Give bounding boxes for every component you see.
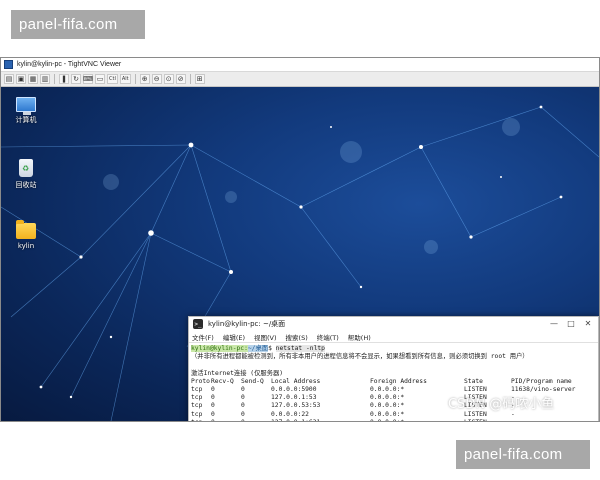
vnc-app-icon — [4, 60, 13, 69]
vnc-window-title: kylin@kylin-pc - TightVNC Viewer — [17, 61, 122, 68]
header-local-address: Local Address — [271, 377, 321, 385]
cell-sendq: 0 — [241, 410, 245, 418]
command-line: kylin@kylin-pc:~/桌面$ netstat -nltp — [191, 345, 596, 353]
cell-proto: tcp — [191, 402, 203, 410]
cell-recvq: 0 — [211, 386, 215, 394]
desktop-icon-label: 回收站 — [15, 181, 37, 189]
table-row: tcp00127.0.0.1:6310.0.0.0:*LISTEN- — [191, 419, 596, 421]
prompt-path: ~/桌面 — [247, 345, 269, 352]
cell-foreign-address: 0.0.0.0:* — [370, 419, 464, 421]
terminal-titlebar[interactable]: >_ kylin@kylin-pc: ~/桌面 — □ ✕ — [189, 317, 598, 331]
window-controls: — □ ✕ — [550, 320, 598, 328]
desktop-icon-kylin-folder[interactable]: kylin — [6, 220, 46, 250]
warning-line: （并非所有进程都能被检测到，所有非本用户的进程信息将不会显示，如果想看到所有信息… — [191, 353, 529, 361]
section-line: 激活Internet连接 (仅服务器) — [191, 369, 284, 377]
cell-proto: tcp — [191, 394, 203, 402]
cell-proto: tcp — [191, 410, 203, 418]
terminal-title: kylin@kylin-pc: ~/桌面 — [208, 320, 286, 328]
info-icon[interactable]: ▥ — [40, 74, 50, 84]
desktop-icon-label: kylin — [17, 242, 35, 250]
terminal-icon: >_ — [193, 319, 203, 329]
vnc-viewer-window: kylin@kylin-pc - TightVNC Viewer ▤ ▣ ▦ ▥… — [0, 57, 600, 422]
cell-local-address: 127.0.0.1:631 — [271, 419, 370, 421]
menu-search[interactable]: 搜索(S) — [286, 332, 308, 342]
cell-sendq: 0 — [241, 386, 245, 394]
terminal-menubar: 文件(F) 编辑(E) 视图(V) 搜索(S) 终端(T) 帮助(H) — [189, 331, 598, 343]
toolbar-separator — [189, 74, 191, 84]
desktop-icon-trash[interactable]: 回收站 — [6, 159, 46, 190]
cell-recvq: 0 — [211, 419, 241, 421]
header-foreign-address: Foreign Address — [370, 377, 427, 385]
cell-sendq: 0 — [241, 394, 245, 402]
zoom-fit-icon[interactable]: ⊙ — [163, 74, 174, 84]
start-menu-icon[interactable]: ▭ — [95, 74, 105, 84]
prompt-symbol: $ — [268, 345, 272, 352]
options-icon[interactable]: ▦ — [28, 74, 38, 84]
menu-terminal[interactable]: 终端(T) — [317, 332, 339, 342]
desktop-icon-computer[interactable]: 计算机 — [6, 97, 46, 125]
command-text: netstat -nltp — [275, 345, 325, 352]
watermark-top: panel-fifa.com — [11, 10, 145, 39]
cell-local-address: 0.0.0.0:22 — [271, 410, 309, 418]
toolbar-separator — [54, 74, 55, 84]
save-icon[interactable]: ▣ — [16, 74, 26, 84]
minimize-icon[interactable]: — — [550, 320, 558, 328]
kylin-desktop[interactable]: 计算机 回收站 kylin >_ kylin@kylin-pc: ~/桌面 — … — [1, 87, 599, 421]
desktop-icon-label: 计算机 — [15, 116, 37, 124]
cell-pid-program: - — [511, 419, 591, 421]
cell-local-address: 127.0.0.1:53 — [271, 394, 317, 402]
alt-key-button[interactable]: Alt — [119, 74, 131, 84]
cell-proto: tcp — [191, 386, 203, 394]
header-pid-program: PID/Program name — [511, 377, 572, 385]
csdn-watermark: CSDN @码哝小鱼 — [448, 397, 555, 412]
refresh-icon[interactable]: ↻ — [71, 74, 81, 84]
pause-icon[interactable]: ❚ — [59, 74, 69, 84]
prompt-user: kylin@kylin-pc — [191, 345, 245, 352]
cell-recvq: 0 — [211, 410, 215, 418]
computer-icon — [16, 97, 36, 115]
cell-recvq: 0 — [211, 394, 215, 402]
cell-local-address: 0.0.0.0:5900 — [271, 386, 317, 394]
menu-view[interactable]: 视图(V) — [254, 332, 277, 342]
cell-state: LISTEN — [464, 419, 511, 421]
menu-edit[interactable]: 编辑(E) — [223, 332, 245, 342]
fullscreen-icon[interactable]: ⊞ — [194, 74, 205, 84]
header-proto: Proto — [191, 377, 210, 385]
ctrl-key-button[interactable]: Ctl — [107, 74, 118, 84]
cell-local-address: 127.0.0.53:53 — [271, 402, 321, 410]
zoom-out-icon[interactable]: ⊖ — [151, 74, 162, 84]
header-sendq: Send-Q — [241, 377, 264, 385]
ctrl-alt-del-icon[interactable]: ⌨ — [83, 74, 93, 84]
vnc-titlebar[interactable]: kylin@kylin-pc - TightVNC Viewer — [1, 58, 599, 72]
zoom-in-icon[interactable]: ⊕ — [139, 74, 150, 84]
cell-proto: tcp — [191, 419, 211, 421]
new-connection-icon[interactable]: ▤ — [4, 74, 14, 84]
screenshot-page: panel-fifa.com kylin@kylin-pc - TightVNC… — [0, 0, 600, 480]
menu-help[interactable]: 帮助(H) — [348, 332, 371, 342]
trash-icon — [19, 159, 33, 177]
cell-recvq: 0 — [211, 402, 215, 410]
cell-sendq: 0 — [241, 402, 245, 410]
cell-sendq: 0 — [241, 419, 271, 421]
toolbar-separator — [134, 74, 136, 84]
folder-icon — [16, 220, 36, 239]
netstat-header-row: Proto Recv-Q Send-Q Local Address Foreign Ad… — [191, 378, 596, 386]
header-recvq: Recv-Q — [211, 377, 234, 385]
maximize-icon[interactable]: □ — [567, 320, 575, 328]
close-icon[interactable]: ✕ — [584, 320, 592, 328]
menu-file[interactable]: 文件(F) — [192, 332, 214, 342]
vnc-toolbar: ▤ ▣ ▦ ▥ ❚ ↻ ⌨ ▭ Ctl Alt ⊕ ⊖ ⊙ ⊘ ⊞ — [1, 72, 599, 87]
watermark-bottom: panel-fifa.com — [456, 440, 590, 469]
zoom-auto-icon[interactable]: ⊘ — [175, 74, 186, 84]
header-state: State — [464, 377, 483, 385]
